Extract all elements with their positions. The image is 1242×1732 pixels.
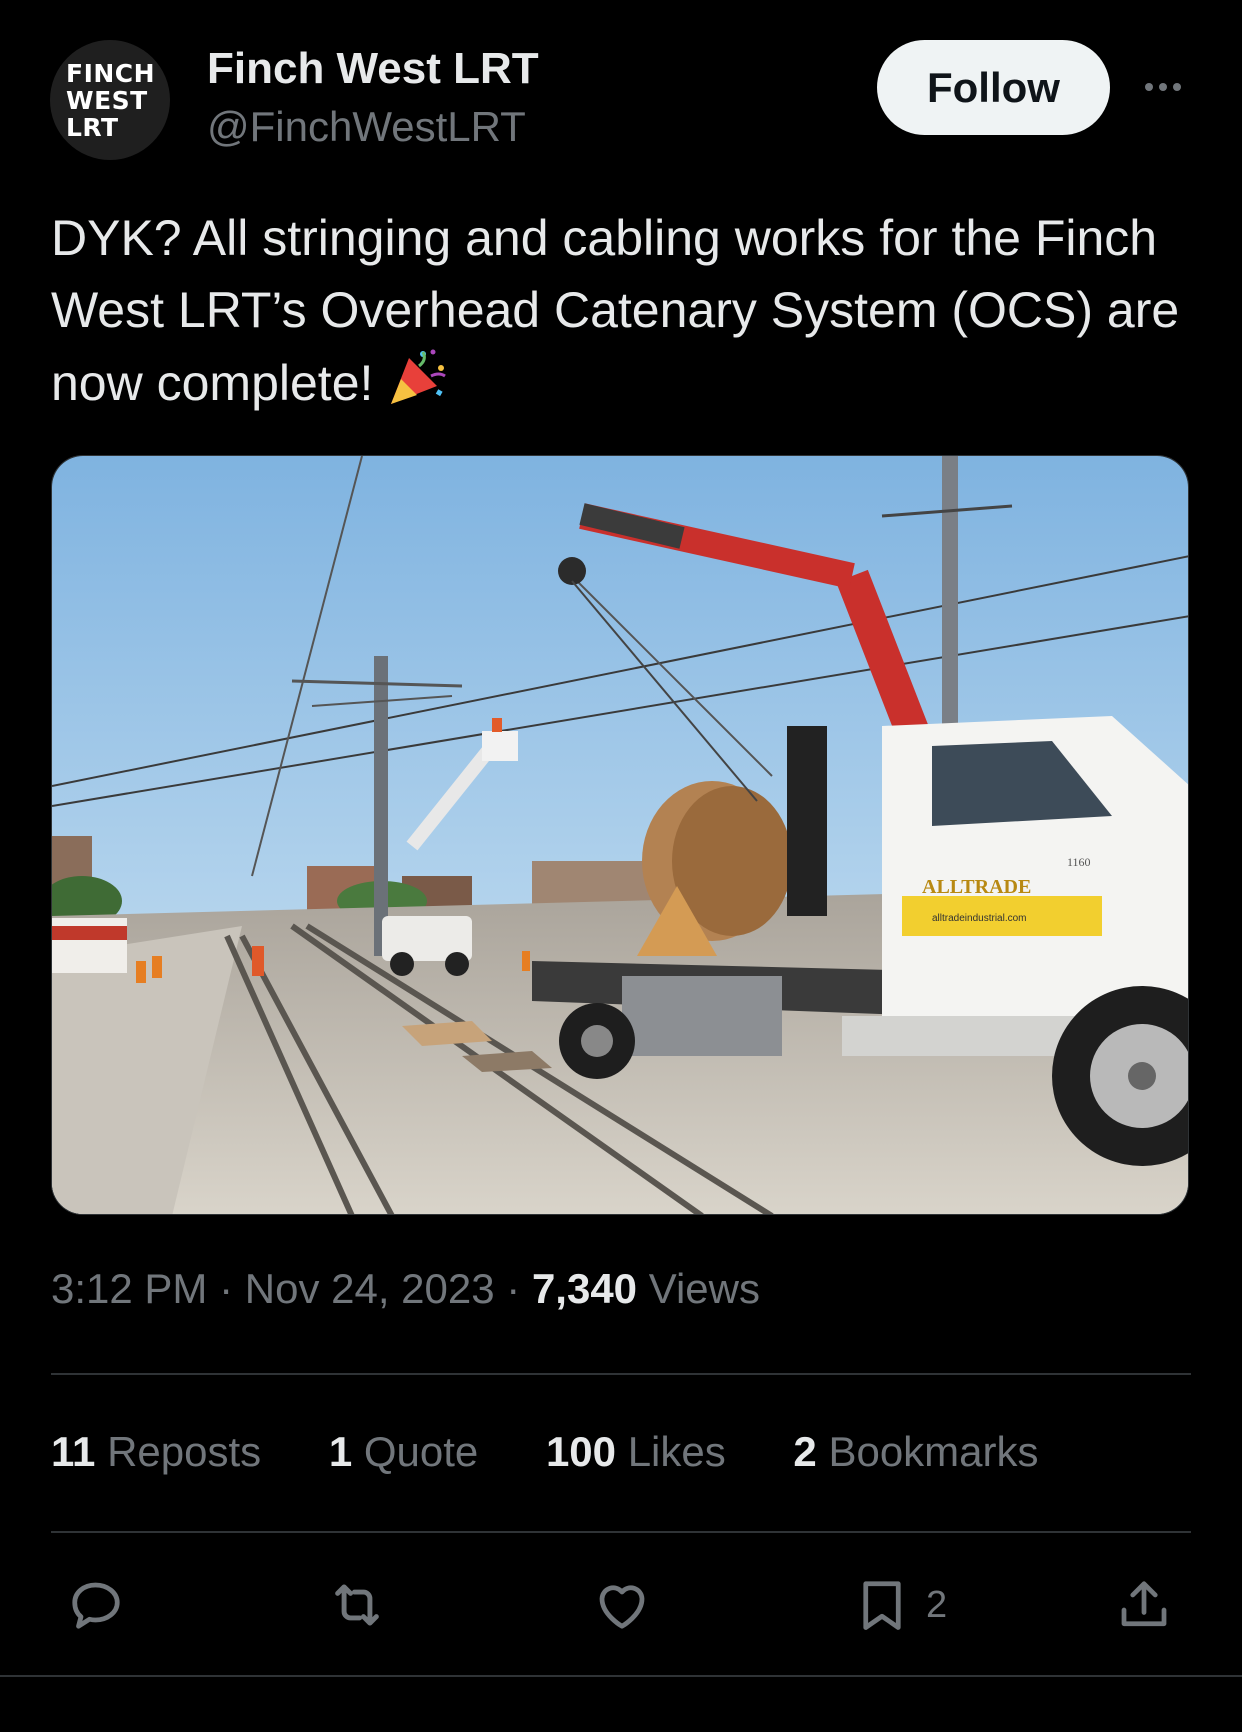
repost-icon [335, 1584, 379, 1626]
action-bar: 2 [0, 1570, 1242, 1640]
bookmarks-count: 2 [793, 1428, 817, 1475]
follow-button[interactable]: Follow [877, 40, 1110, 135]
meta-separator-1: · [207, 1265, 245, 1312]
share-button[interactable] [1114, 1570, 1174, 1640]
bookmark-icon [863, 1581, 901, 1630]
avatar-line-2: WEST [66, 85, 148, 115]
quotes-label: Quote [352, 1428, 479, 1475]
likes-stat[interactable]: 100 Likes [546, 1428, 726, 1476]
likes-count: 100 [545, 1428, 617, 1475]
views-label: Views [637, 1265, 760, 1312]
divider [0, 1675, 1242, 1677]
repost-button[interactable] [326, 1570, 388, 1640]
likes-label: Likes [616, 1428, 726, 1475]
tweet-body: DYK? All stringing and cabling works for… [51, 210, 1180, 411]
quotes-count: 1 [328, 1428, 353, 1475]
bookmarks-label: Bookmarks [816, 1428, 1039, 1475]
meta-separator-2: · [494, 1265, 532, 1312]
share-icon [1121, 1581, 1167, 1627]
quotes-stat[interactable]: 1 Quote [329, 1428, 478, 1476]
party-popper-icon [387, 346, 449, 427]
heart-icon [599, 1585, 645, 1629]
truck-number: 1160 [1067, 855, 1091, 869]
tweet-meta: 3:12 PM · Nov 24, 2023 · 7,340 Views [51, 1265, 760, 1313]
tweet-date[interactable]: Nov 24, 2023 [245, 1265, 495, 1312]
reply-icon [72, 1582, 120, 1629]
bookmarks-stat[interactable]: 2 Bookmarks [793, 1428, 1038, 1476]
more-icon[interactable] [1138, 62, 1188, 112]
bookmark-count: 2 [926, 1583, 948, 1626]
divider [51, 1373, 1191, 1375]
avatar-line-1: FINCH [66, 58, 156, 88]
bookmark-button[interactable]: 2 [852, 1570, 947, 1640]
display-name[interactable]: Finch West LRT [207, 44, 539, 94]
avatar[interactable]: FINCH WEST LRT [50, 40, 170, 160]
truck-brand: ALLTRADE [922, 876, 1031, 898]
user-handle[interactable]: @FinchWestLRT [207, 103, 526, 151]
reposts-label: Reposts [95, 1428, 262, 1475]
tweet-text: DYK? All stringing and cabling works for… [51, 202, 1191, 427]
views-count: 7,340 [531, 1265, 638, 1312]
tweet-time[interactable]: 3:12 PM [51, 1265, 207, 1312]
reposts-count: 11 [51, 1428, 96, 1475]
reposts-stat[interactable]: 11 Reposts [51, 1428, 261, 1476]
truck-url: alltradeindustrial.com [932, 913, 1027, 924]
tweet-photo[interactable]: ALLTRADE alltradeindustrial.com 1160 [51, 455, 1189, 1215]
reply-button[interactable] [66, 1570, 126, 1640]
engagement-stats: 11 Reposts 1 Quote 100 Likes 2 Bookmarks [51, 1428, 1095, 1476]
like-button[interactable] [592, 1570, 652, 1640]
divider [51, 1531, 1191, 1533]
avatar-line-3: LRT [66, 112, 119, 142]
